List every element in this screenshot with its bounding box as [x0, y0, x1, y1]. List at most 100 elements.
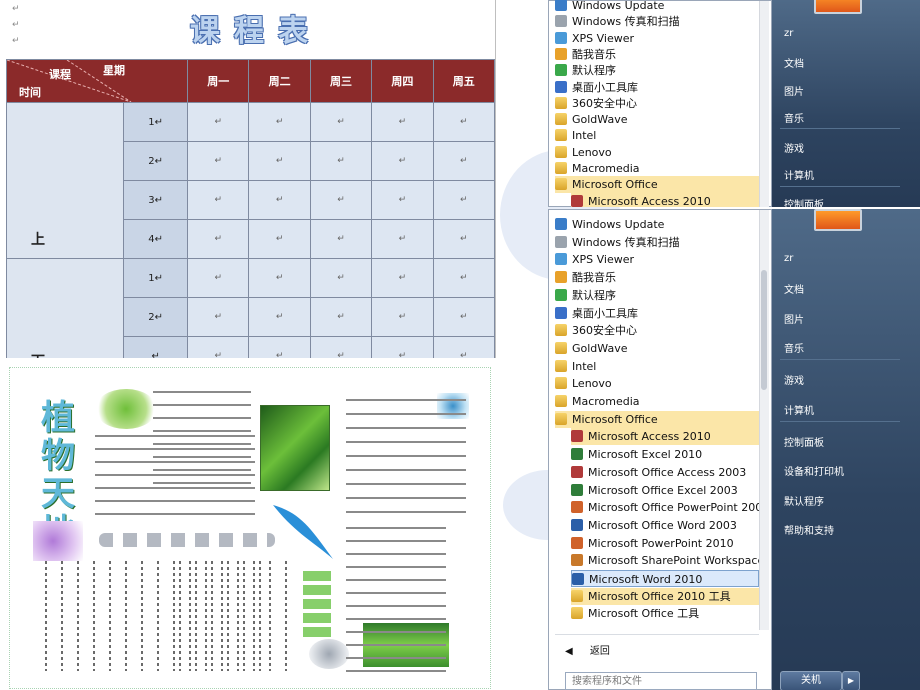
schedule-cell[interactable]: ↵ — [432, 141, 495, 181]
schedule-cell[interactable]: ↵ — [432, 336, 495, 358]
program-item[interactable]: 酷我音乐 — [555, 46, 759, 63]
program-item[interactable]: 桌面小工具库 — [555, 79, 759, 96]
start-menu-link[interactable]: 设备和打印机 — [784, 463, 844, 478]
program-item[interactable]: Microsoft Word 2010 — [571, 570, 759, 587]
schedule-cell[interactable]: ↵ — [248, 258, 311, 298]
program-item[interactable]: Microsoft Office Excel 2003 — [571, 482, 759, 499]
user-avatar[interactable] — [814, 209, 862, 231]
schedule-cell[interactable]: ↵ — [187, 258, 250, 298]
schedule-cell[interactable]: ↵ — [309, 258, 373, 298]
schedule-cell[interactable]: ↵ — [371, 219, 434, 259]
schedule-cell[interactable]: ↵ — [432, 180, 495, 220]
start-menu-link[interactable]: 文档 — [784, 55, 804, 70]
schedule-cell[interactable]: ↵ — [187, 297, 250, 337]
schedule-cell[interactable]: ↵ — [371, 297, 434, 337]
program-item[interactable]: Microsoft Excel 2010 — [571, 446, 759, 463]
schedule-cell[interactable]: ↵ — [371, 180, 434, 220]
programs-scrollbar[interactable] — [759, 1, 769, 207]
start-menu-link[interactable]: 默认程序 — [784, 493, 824, 508]
program-item[interactable]: Microsoft Access 2010 — [571, 428, 759, 446]
schedule-cell[interactable]: ↵ — [187, 219, 250, 259]
schedule-cell[interactable]: ↵ — [371, 258, 434, 298]
program-item[interactable]: 默认程序 — [555, 62, 759, 79]
program-item[interactable]: Microsoft Office Access 2003 — [571, 464, 759, 481]
schedule-cell[interactable]: ↵ — [309, 141, 373, 181]
start-menu-link[interactable]: 游戏 — [784, 372, 804, 387]
vertical-text-line — [189, 561, 191, 671]
program-item[interactable]: XPS Viewer — [555, 30, 759, 47]
program-item[interactable]: Microsoft Office PowerPoint 2003 — [571, 499, 759, 516]
program-item[interactable]: Lenovo — [555, 375, 759, 392]
schedule-cell[interactable]: ↵ — [432, 219, 495, 259]
start-menu-link[interactable]: 文档 — [784, 281, 804, 296]
start-menu-link[interactable]: 音乐 — [784, 340, 804, 355]
start-menu-link[interactable]: 计算机 — [784, 167, 814, 182]
start-menu-link[interactable]: 控制面板 — [784, 434, 824, 449]
schedule-cell[interactable]: ↵ — [309, 219, 373, 259]
schedule-cell[interactable]: ↵ — [309, 336, 373, 358]
schedule-cell[interactable]: ↵ — [187, 180, 250, 220]
schedule-cell[interactable]: ↵ — [309, 297, 373, 337]
start-menu-link[interactable]: 控制面板 — [784, 196, 824, 207]
program-item[interactable]: Microsoft Office 工具 — [571, 605, 759, 622]
program-item[interactable]: Intel — [555, 127, 759, 144]
program-item[interactable]: Microsoft Office — [555, 410, 759, 428]
program-label: Microsoft Office PowerPoint 2003 — [588, 501, 759, 515]
schedule-cell[interactable]: ↵ — [371, 102, 434, 142]
schedule-cell[interactable]: ↵ — [309, 102, 373, 142]
program-item[interactable]: Microsoft Office — [555, 176, 759, 194]
program-item[interactable]: Lenovo — [555, 144, 759, 161]
text-line — [153, 443, 251, 445]
program-item[interactable]: Microsoft PowerPoint 2010 — [571, 535, 759, 552]
program-item[interactable]: Macromedia — [555, 393, 759, 410]
schedule-cell[interactable]: ↵ — [187, 102, 250, 142]
schedule-cell[interactable]: ↵ — [248, 102, 311, 142]
program-item[interactable]: 桌面小工具库 — [555, 305, 759, 322]
program-item[interactable]: 默认程序 — [555, 287, 759, 304]
program-item[interactable]: XPS Viewer — [555, 251, 759, 268]
schedule-cell[interactable]: ↵ — [187, 336, 250, 358]
start-menu-link[interactable]: 图片 — [784, 83, 804, 98]
program-item[interactable]: Windows 传真和扫描 — [555, 13, 759, 30]
start-menu-link[interactable]: 帮助和支持 — [784, 522, 834, 537]
schedule-cell[interactable]: ↵ — [309, 180, 373, 220]
back-button[interactable]: ◀ 返回 — [565, 642, 610, 657]
program-item[interactable]: Microsoft Access 2010 — [571, 192, 759, 207]
program-item[interactable]: 360安全中心 — [555, 95, 759, 112]
program-item[interactable]: Intel — [555, 358, 759, 375]
start-menu-link[interactable]: 游戏 — [784, 140, 804, 155]
program-item[interactable]: Windows Update — [555, 0, 759, 14]
program-item[interactable]: GoldWave — [555, 111, 759, 128]
program-item[interactable]: 酷我音乐 — [555, 269, 759, 286]
schedule-cell[interactable]: ↵ — [248, 336, 311, 358]
schedule-cell[interactable]: ↵ — [371, 141, 434, 181]
program-item[interactable]: Windows 传真和扫描 — [555, 234, 759, 251]
start-menu-link[interactable]: 计算机 — [784, 402, 814, 417]
schedule-cell[interactable]: ↵ — [187, 141, 250, 181]
programs-scrollbar[interactable] — [759, 210, 769, 630]
schedule-cell[interactable]: ↵ — [432, 102, 495, 142]
schedule-cell[interactable]: ↵ — [248, 219, 311, 259]
shutdown-button[interactable]: 关机 — [780, 671, 842, 690]
program-item[interactable]: Microsoft Office 2010 工具 — [571, 587, 759, 605]
schedule-cell[interactable]: ↵ — [432, 258, 495, 298]
schedule-cell[interactable]: ↵ — [248, 297, 311, 337]
start-menu-link[interactable]: 音乐 — [784, 110, 804, 125]
schedule-cell[interactable]: ↵ — [248, 141, 311, 181]
program-item[interactable]: GoldWave — [555, 340, 759, 357]
schedule-cell[interactable]: ↵ — [248, 180, 311, 220]
program-item[interactable]: Microsoft SharePoint Workspace 2010 — [571, 552, 759, 569]
shutdown-options-arrow[interactable]: ▶ — [842, 671, 860, 690]
program-item[interactable]: 360安全中心 — [555, 322, 759, 339]
user-avatar[interactable] — [814, 0, 862, 14]
program-item[interactable]: Microsoft Office Word 2003 — [571, 517, 759, 534]
program-search-input[interactable]: 搜索程序和文件 — [565, 672, 757, 690]
schedule-cell[interactable]: ↵ — [432, 297, 495, 337]
user-name[interactable]: zr — [784, 253, 793, 264]
program-item[interactable]: Windows Update — [555, 216, 759, 233]
schedule-cell[interactable]: ↵ — [371, 336, 434, 358]
program-item[interactable]: Macromedia — [555, 160, 759, 177]
user-name[interactable]: zr — [784, 28, 793, 39]
start-menu-link[interactable]: 图片 — [784, 311, 804, 326]
scrollbar-thumb[interactable] — [761, 270, 767, 390]
